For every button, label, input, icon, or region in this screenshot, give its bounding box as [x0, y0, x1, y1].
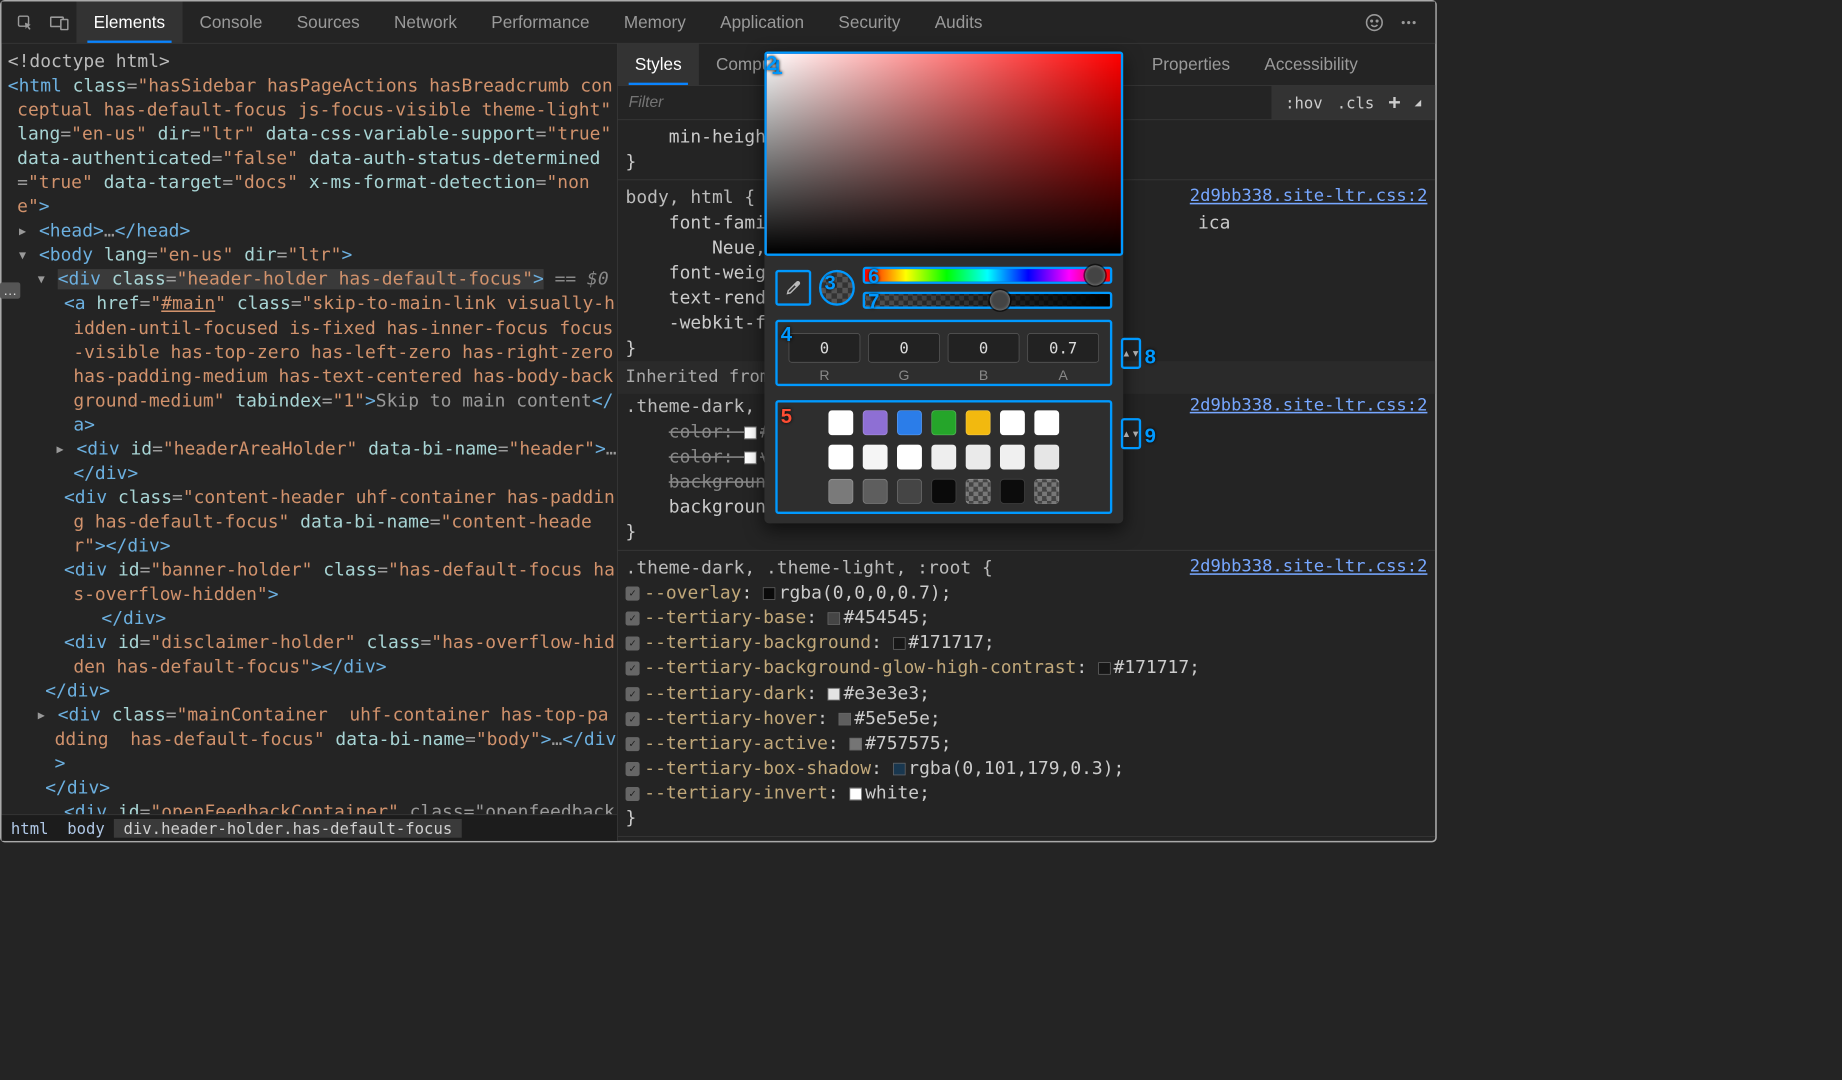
corner-icon[interactable]: ◢ — [1415, 96, 1422, 108]
tab-network[interactable]: Network — [377, 2, 474, 43]
palette-swatch[interactable] — [897, 479, 922, 504]
toggle-cls-button[interactable]: .cls — [1337, 93, 1375, 112]
palette-swatch[interactable] — [1034, 445, 1059, 470]
new-style-rule-button[interactable]: + — [1388, 91, 1400, 114]
breadcrumb-item[interactable]: body — [58, 819, 114, 838]
property-toggle-checkbox[interactable]: ✓ — [626, 586, 640, 600]
color-r-label: R — [789, 367, 861, 383]
toggle-hov-button[interactable]: :hov — [1285, 93, 1323, 112]
tab-security[interactable]: Security — [821, 2, 917, 43]
source-link[interactable]: 2d9bb338.site-ltr.css:2 — [1190, 394, 1428, 418]
palette-swatch[interactable] — [863, 479, 888, 504]
annotation-label-6: 6 — [868, 264, 879, 288]
color-picker-popover: 1 2 3 6 7 4 R G B A 8 ▲▼ — [764, 51, 1123, 523]
tab-console[interactable]: Console — [182, 2, 279, 43]
annotation-label-1: 1 — [771, 55, 782, 79]
color-a-input[interactable] — [1027, 333, 1099, 363]
feedback-smiley-icon[interactable] — [1365, 13, 1384, 32]
property-toggle-checkbox[interactable]: ✓ — [626, 762, 640, 776]
eyedropper-button[interactable]: 2 — [775, 270, 811, 306]
color-palette: 5 9 ▲▼ — [775, 400, 1112, 514]
palette-swatch[interactable] — [897, 445, 922, 470]
color-a-label: A — [1027, 367, 1099, 383]
tab-application[interactable]: Application — [703, 2, 821, 43]
dom-tree[interactable]: <!doctype html><html class="hasSidebar h… — [2, 44, 617, 815]
kebab-menu-icon[interactable] — [1399, 13, 1418, 32]
tab-memory[interactable]: Memory — [607, 2, 703, 43]
palette-swatch[interactable] — [1034, 410, 1059, 435]
palette-swatch[interactable] — [931, 445, 956, 470]
color-g-input[interactable] — [868, 333, 940, 363]
property-toggle-checkbox[interactable]: ✓ — [626, 737, 640, 751]
property-toggle-checkbox[interactable]: ✓ — [626, 612, 640, 626]
palette-stepper[interactable]: 9 ▲▼ — [1121, 418, 1141, 449]
palette-swatch[interactable] — [1000, 410, 1025, 435]
color-value-fields: 4 R G B A 8 ▲▼ — [775, 320, 1112, 386]
source-link[interactable]: 2d9bb338.site-ltr.css:2 — [1190, 185, 1428, 209]
subtab-styles[interactable]: Styles — [618, 44, 699, 85]
palette-swatch[interactable] — [966, 410, 991, 435]
color-sat-val-field[interactable]: 1 — [764, 51, 1123, 255]
palette-swatch[interactable] — [863, 445, 888, 470]
annotation-label-3: 3 — [824, 271, 835, 295]
color-g-label: G — [868, 367, 940, 383]
palette-swatch[interactable] — [828, 479, 853, 504]
subtab-properties[interactable]: Properties — [1135, 44, 1248, 85]
palette-swatch[interactable] — [863, 410, 888, 435]
breadcrumb-item[interactable]: div.header-holder.has-default-focus — [114, 819, 461, 838]
alpha-slider[interactable]: 7 — [863, 292, 1113, 309]
palette-swatch[interactable] — [966, 445, 991, 470]
property-toggle-checkbox[interactable]: ✓ — [626, 662, 640, 676]
palette-swatch[interactable] — [966, 479, 991, 504]
overflow-ellipsis-icon[interactable]: … — [0, 282, 20, 298]
palette-swatch[interactable] — [1000, 479, 1025, 504]
palette-swatch[interactable] — [828, 410, 853, 435]
palette-swatch[interactable] — [931, 410, 956, 435]
color-format-stepper[interactable]: 8 ▲▼ — [1121, 337, 1141, 368]
elements-dom-pane: … <!doctype html><html class="hasSidebar… — [2, 44, 618, 841]
palette-swatch[interactable] — [828, 445, 853, 470]
tab-elements[interactable]: Elements — [76, 2, 182, 43]
color-r-input[interactable] — [789, 333, 861, 363]
palette-swatch[interactable] — [1000, 445, 1025, 470]
color-b-label: B — [948, 367, 1020, 383]
breadcrumb-item[interactable]: html — [2, 819, 58, 838]
palette-swatch[interactable] — [1034, 479, 1059, 504]
color-b-input[interactable] — [948, 333, 1020, 363]
devtools-top-bar: ElementsConsoleSourcesNetworkPerformance… — [2, 2, 1436, 44]
color-preview-swatch: 3 — [819, 270, 855, 306]
hue-slider[interactable]: 6 — [863, 267, 1113, 284]
annotation-label-7: 7 — [868, 289, 879, 313]
tab-performance[interactable]: Performance — [474, 2, 607, 43]
tab-audits[interactable]: Audits — [918, 2, 1000, 43]
property-toggle-checkbox[interactable]: ✓ — [626, 637, 640, 651]
dom-breadcrumbs: htmlbodydiv.header-holder.has-default-fo… — [2, 814, 617, 841]
property-toggle-checkbox[interactable]: ✓ — [626, 687, 640, 701]
property-toggle-checkbox[interactable]: ✓ — [626, 787, 640, 801]
device-toggle-icon[interactable] — [42, 2, 76, 43]
inspect-icon[interactable] — [8, 2, 42, 43]
tab-sources[interactable]: Sources — [280, 2, 377, 43]
property-toggle-checkbox[interactable]: ✓ — [626, 712, 640, 726]
annotation-label-5: 5 — [781, 404, 792, 428]
palette-swatch[interactable] — [897, 410, 922, 435]
palette-swatch[interactable] — [931, 479, 956, 504]
source-link[interactable]: 2d9bb338.site-ltr.css:2 — [1190, 555, 1428, 579]
subtab-accessibility[interactable]: Accessibility — [1247, 44, 1375, 85]
